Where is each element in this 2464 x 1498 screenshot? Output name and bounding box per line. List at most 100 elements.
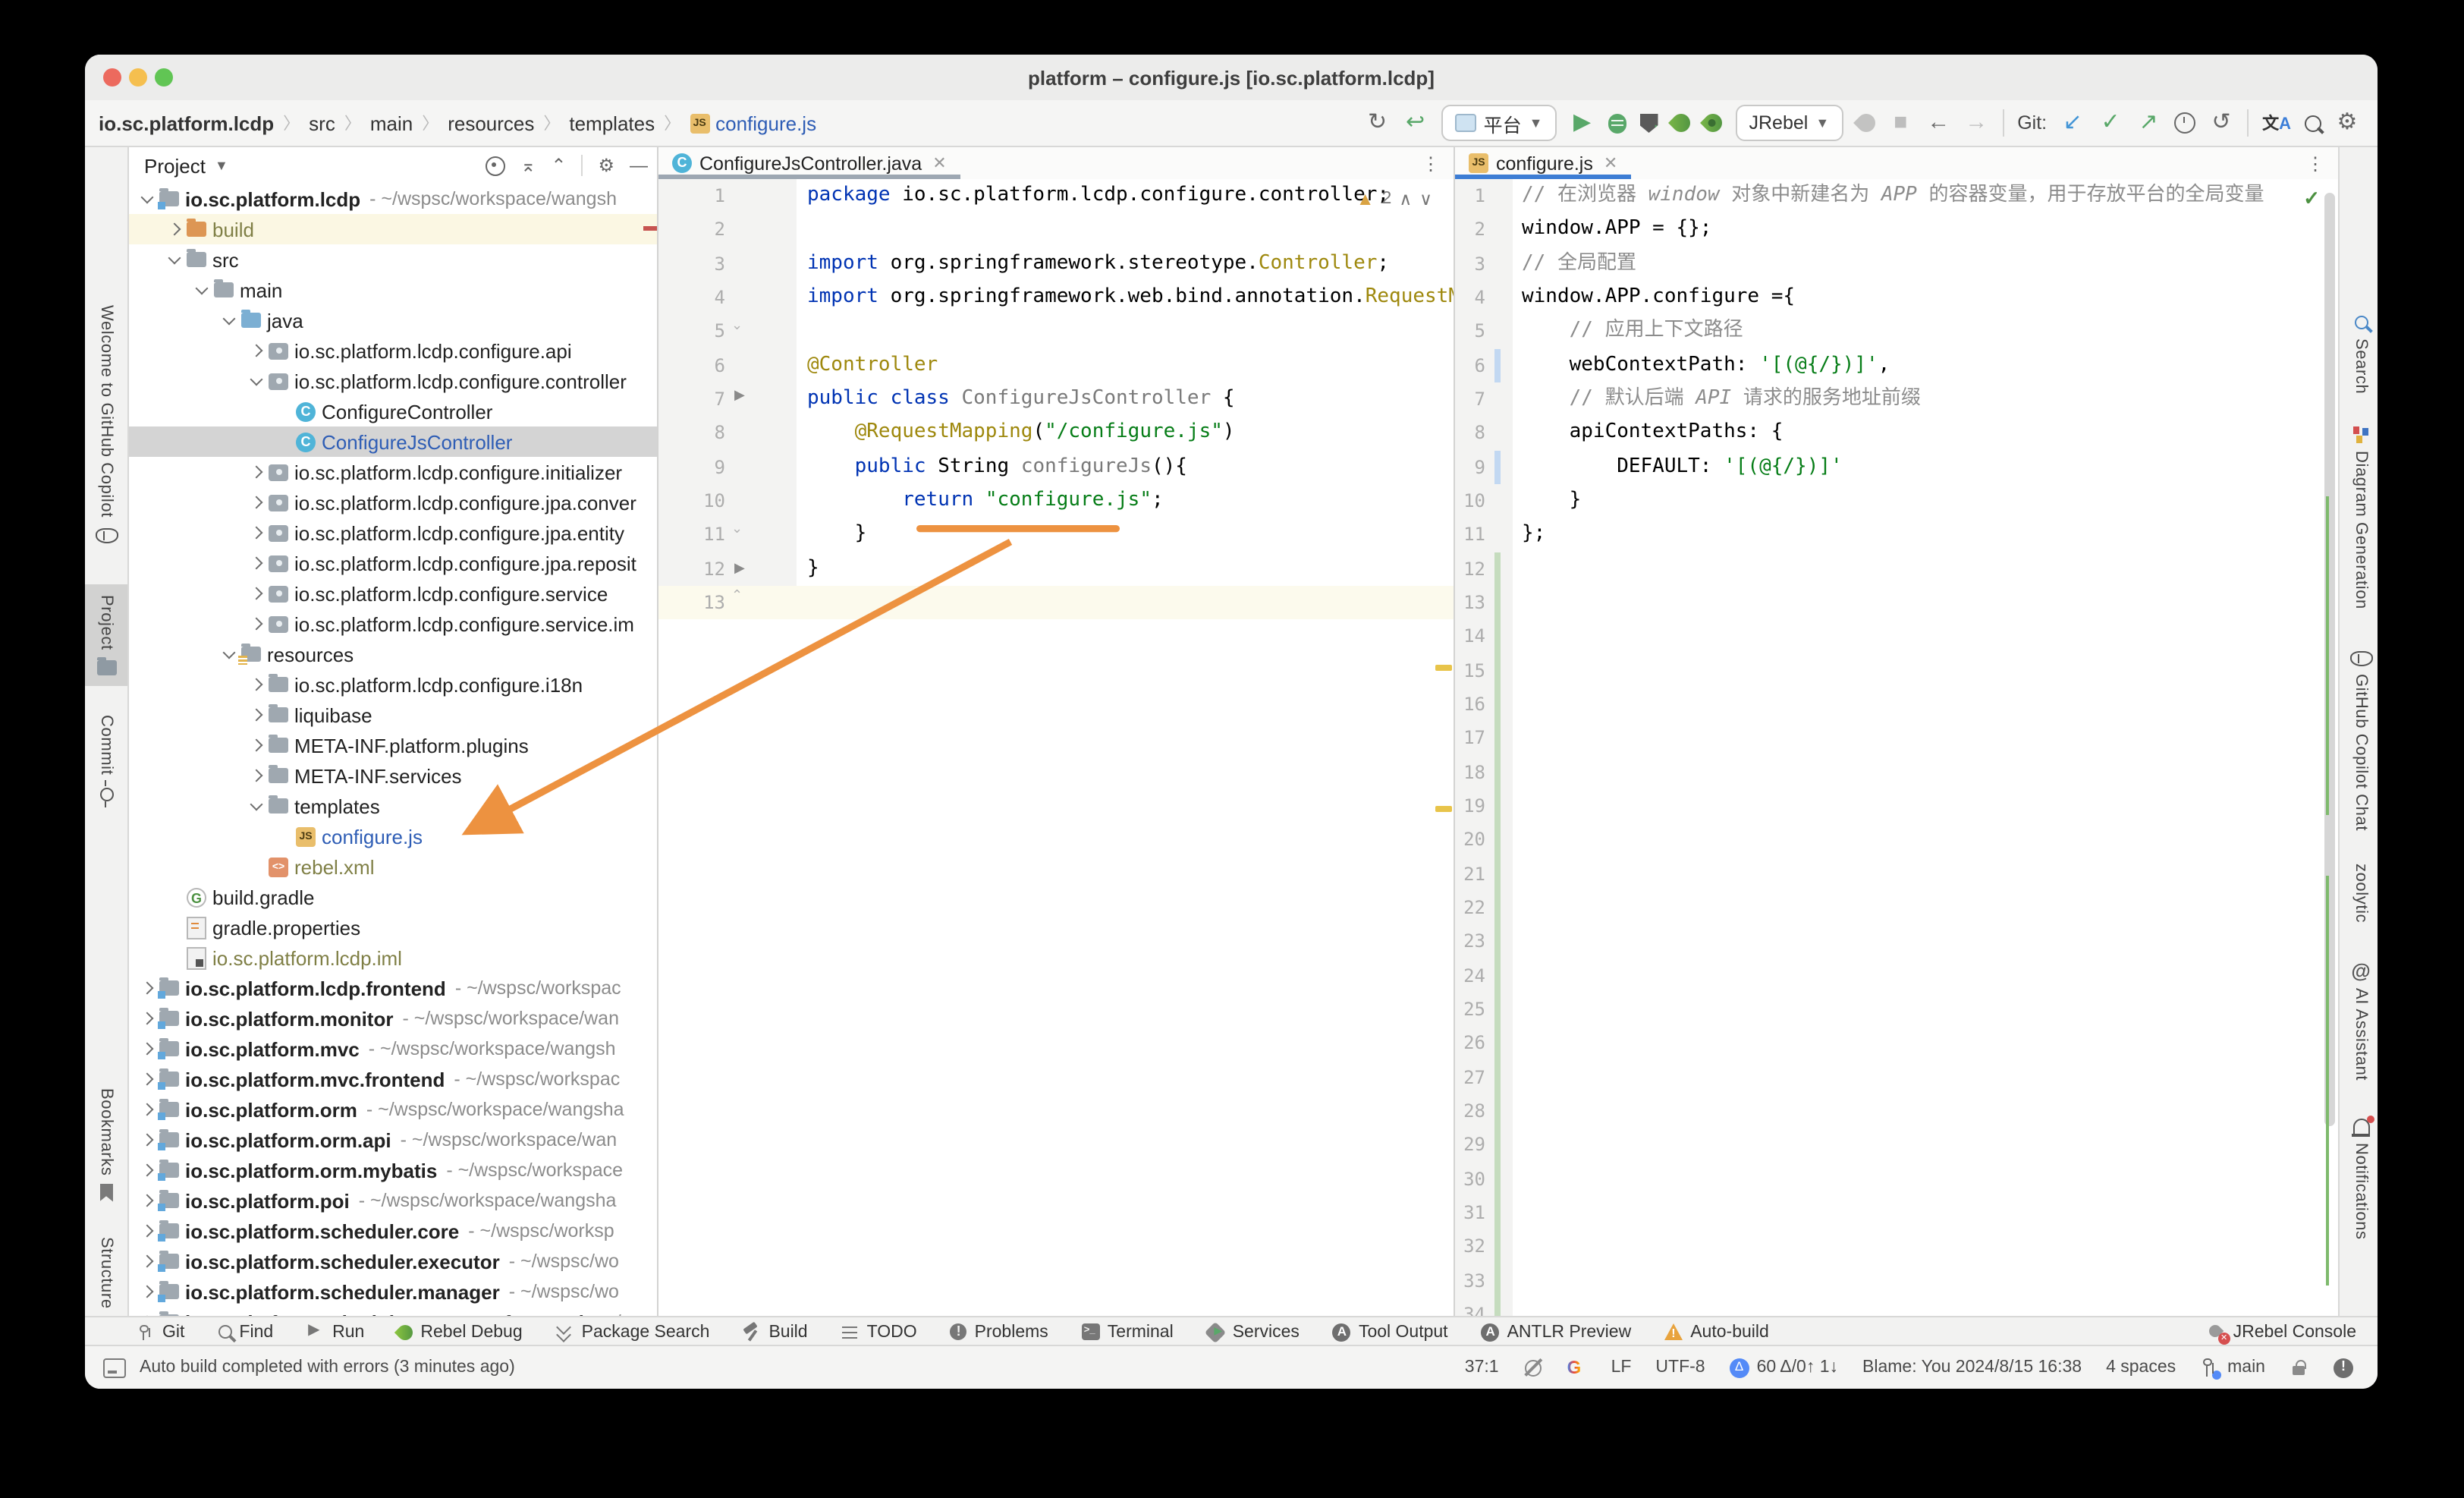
tree-chevron-icon[interactable] bbox=[244, 346, 269, 355]
tree-row[interactable]: gradle.properties bbox=[129, 912, 657, 943]
sidebar-item-search[interactable]: Search bbox=[2340, 314, 2378, 394]
tree-row[interactable]: src bbox=[129, 244, 657, 275]
tree-chevron-icon[interactable] bbox=[244, 680, 269, 689]
toolwindow-button-auto-build[interactable]: Auto-build bbox=[1664, 1323, 1769, 1341]
tree-row[interactable]: <>rebel.xml bbox=[129, 851, 657, 882]
run-configuration-select[interactable]: 平台 ▼ bbox=[1441, 105, 1557, 141]
sidebar-item-github-copilot-chat[interactable]: GitHub Copilot Chat bbox=[2340, 648, 2378, 831]
editor-tab[interactable]: CConfigureJsController.java✕ bbox=[658, 147, 960, 179]
toolwindow-button-services[interactable]: Services bbox=[1207, 1323, 1300, 1341]
project-view-select[interactable]: Project bbox=[144, 154, 206, 177]
toolwindow-button-find[interactable]: Find bbox=[218, 1323, 273, 1341]
tree-chevron-icon[interactable] bbox=[244, 619, 269, 628]
tree-chevron-icon[interactable] bbox=[135, 1226, 159, 1235]
tree-row[interactable]: io.sc.platform.scheduler.manager - ~/wsp… bbox=[129, 1276, 657, 1307]
search-icon[interactable] bbox=[2305, 115, 2321, 131]
tree-chevron-icon[interactable] bbox=[244, 589, 269, 598]
tree-chevron-icon[interactable] bbox=[244, 771, 269, 780]
tree-row[interactable]: io.sc.platform.lcdp.configure.api bbox=[129, 335, 657, 366]
toolwindow-button-build[interactable]: Build bbox=[743, 1323, 807, 1341]
tree-chevron-icon[interactable] bbox=[135, 1135, 159, 1144]
tree-row[interactable]: io.sc.platform.lcdp.configure.initialize… bbox=[129, 457, 657, 487]
status-item[interactable]: Blame: You 2024/8/15 16:38 bbox=[1862, 1358, 2082, 1377]
debug-icon[interactable] bbox=[1608, 113, 1626, 133]
status-item[interactable]: 60 Δ/0↑ 1↓ bbox=[1730, 1358, 1838, 1377]
tree-row[interactable]: io.sc.platform.scheduler.core - ~/wspsc/… bbox=[129, 1216, 657, 1246]
tree-chevron-icon[interactable] bbox=[135, 983, 159, 993]
tree-row[interactable]: META-INF.services bbox=[129, 760, 657, 791]
panel-settings-gear-icon[interactable]: ⚙ bbox=[598, 155, 614, 176]
toolwindow-button-terminal[interactable]: Terminal bbox=[1082, 1323, 1174, 1341]
next-problem-icon[interactable]: ∨ bbox=[1419, 188, 1432, 209]
sidebar-item-ai-assistant[interactable]: @AI Assistant bbox=[2340, 961, 2378, 1081]
zoom-window-button[interactable] bbox=[155, 68, 173, 87]
sidebar-item-bookmarks[interactable]: Bookmarks bbox=[85, 1088, 127, 1201]
sidebar-item-commit[interactable]: Commit bbox=[85, 715, 127, 801]
tree-row[interactable]: io.sc.platform.lcdp.frontend - ~/wspsc/w… bbox=[129, 973, 657, 1003]
minimize-window-button[interactable] bbox=[129, 68, 147, 87]
tree-row[interactable]: build bbox=[129, 214, 657, 244]
tree-chevron-icon[interactable] bbox=[135, 1105, 159, 1114]
tree-row[interactable]: io.sc.platform.mvc.frontend - ~/wspsc/wo… bbox=[129, 1064, 657, 1094]
tree-row[interactable]: main bbox=[129, 275, 657, 305]
tree-chevron-icon[interactable] bbox=[244, 378, 269, 384]
prev-problem-icon[interactable]: ∧ bbox=[1399, 188, 1412, 209]
collapse-all-icon[interactable]: ⌃ bbox=[551, 155, 566, 176]
tree-row[interactable]: io.sc.platform.scheduler.executor - ~/ws… bbox=[129, 1246, 657, 1276]
breadcrumb-item[interactable]: io.sc.platform.lcdp bbox=[99, 112, 274, 134]
editor-body[interactable]: 1package io.sc.platform.lcdp.configure.c… bbox=[658, 179, 1454, 1317]
jrebel-select[interactable]: JRebel ▼ bbox=[1736, 105, 1843, 141]
tree-row[interactable]: CConfigureController bbox=[129, 396, 657, 426]
tree-chevron-icon[interactable] bbox=[135, 1014, 159, 1023]
editor-body[interactable]: 1// 在浏览器 window 对象中新建名为 APP 的容器变量，用于存放平台… bbox=[1455, 179, 2338, 1317]
status-item[interactable]: UTF-8 bbox=[1655, 1358, 1705, 1377]
fold-marker-icon[interactable]: ⌄ bbox=[731, 317, 743, 334]
toolwindow-button-package-search[interactable]: Package Search bbox=[556, 1323, 710, 1341]
tree-row[interactable]: io.sc.platform.lcdp - ~/wspsc/workspace/… bbox=[129, 184, 657, 214]
coverage-run-icon[interactable] bbox=[1640, 113, 1658, 133]
tree-chevron-icon[interactable] bbox=[135, 1166, 159, 1175]
toolwindow-button-todo[interactable]: TODO bbox=[841, 1323, 917, 1341]
tree-row[interactable]: io.sc.platform.lcdp.configure.jpa.conver bbox=[129, 487, 657, 518]
jrebel-run-icon[interactable] bbox=[1668, 110, 1694, 136]
tree-chevron-icon[interactable] bbox=[244, 528, 269, 537]
breadcrumb-item[interactable]: templates bbox=[569, 112, 655, 134]
tree-row[interactable]: resources bbox=[129, 639, 657, 669]
status-item[interactable]: LF bbox=[1611, 1358, 1632, 1377]
locate-file-icon[interactable] bbox=[486, 156, 505, 175]
tree-chevron-icon[interactable] bbox=[244, 741, 269, 750]
tree-chevron-icon[interactable] bbox=[244, 803, 269, 809]
breadcrumb-item-current[interactable]: JSconfigure.js bbox=[690, 112, 816, 134]
sidebar-item-zoolytic[interactable]: zoolytic bbox=[2340, 864, 2378, 923]
status-item[interactable]: 4 spaces bbox=[2106, 1358, 2176, 1377]
status-item[interactable]: 37:1 bbox=[1465, 1358, 1499, 1377]
toolwindow-button-jrebel-console[interactable]: JRebel Console bbox=[2208, 1323, 2356, 1341]
tree-row[interactable]: io.sc.platform.orm.api - ~/wspsc/workspa… bbox=[129, 1125, 657, 1155]
tree-chevron-icon[interactable] bbox=[135, 196, 159, 202]
tab-options-kebab-icon[interactable]: ⋮ bbox=[2306, 153, 2338, 174]
tree-row[interactable]: io.sc.platform.lcdp.iml bbox=[129, 943, 657, 973]
tree-row[interactable]: io.sc.platform.lcdp.configure.jpa.entity bbox=[129, 518, 657, 548]
breadcrumb-item[interactable]: main bbox=[370, 112, 413, 134]
fold-marker-icon[interactable]: ⌃ bbox=[731, 587, 743, 604]
tree-row[interactable]: io.sc.platform.mvc - ~/wspsc/workspace/w… bbox=[129, 1034, 657, 1064]
toolwindow-button-tool-output[interactable]: Tool Output bbox=[1333, 1323, 1448, 1341]
tree-row[interactable]: liquibase bbox=[129, 700, 657, 730]
tree-row[interactable]: META-INF.platform.plugins bbox=[129, 730, 657, 760]
tree-chevron-icon[interactable] bbox=[162, 256, 187, 263]
tree-row[interactable]: Gbuild.gradle bbox=[129, 882, 657, 912]
tree-chevron-icon[interactable] bbox=[162, 225, 187, 234]
settings-gear-icon[interactable]: ⚙ bbox=[2335, 111, 2359, 135]
status-item[interactable]: main bbox=[2200, 1358, 2265, 1377]
git-update-icon[interactable]: ↙ bbox=[2060, 111, 2085, 135]
toolwindow-button-git[interactable]: Git bbox=[137, 1323, 184, 1341]
tree-row[interactable]: JSconfigure.js bbox=[129, 821, 657, 851]
tree-row[interactable]: io.sc.platform.lcdp.configure.jpa.reposi… bbox=[129, 548, 657, 578]
back-arrow-icon[interactable]: ↩ bbox=[1403, 111, 1428, 135]
run-icon[interactable]: ▶ bbox=[1570, 111, 1595, 135]
hide-panel-icon[interactable]: — bbox=[630, 155, 648, 176]
close-tab-icon[interactable]: ✕ bbox=[1601, 153, 1617, 173]
tree-row[interactable]: java bbox=[129, 305, 657, 335]
tab-options-kebab-icon[interactable]: ⋮ bbox=[1422, 153, 1454, 174]
tree-row[interactable]: CConfigureJsController bbox=[129, 426, 657, 457]
